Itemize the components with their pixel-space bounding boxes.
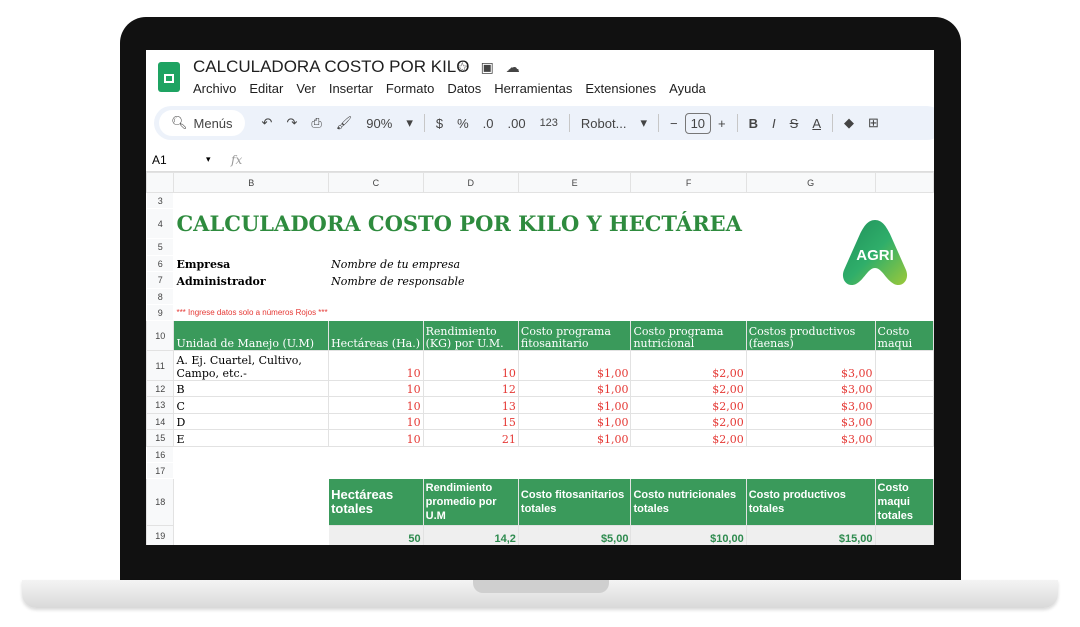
totals-header[interactable]: Costo productivos totales (745, 478, 876, 526)
sheet-heading: CALCULADORA COSTO POR KILO Y HECTÁREA (176, 211, 742, 236)
header-cell[interactable]: Costo maqui (874, 320, 934, 351)
totals-header[interactable]: Costo fitosanitarios totales (517, 478, 632, 526)
empresa-value[interactable]: Nombre de tu empresa (329, 256, 631, 272)
bold-icon[interactable]: B (742, 116, 765, 131)
redo-icon[interactable]: ↷ (279, 115, 304, 131)
menu-extensiones[interactable]: Extensiones (585, 81, 656, 96)
totals-header[interactable]: Costo nutricionales totales (630, 478, 747, 526)
table-row: 11 A. Ej. Cuartel, Cultivo, Campo, etc.- 1… (146, 350, 934, 381)
table-row: 13 C 10 13 $1,00 $2,00 $3,00 (146, 396, 934, 414)
currency-button[interactable]: $ (429, 116, 450, 131)
empresa-label: Empresa (176, 258, 231, 271)
chevron-down-icon[interactable]: ▾ (206, 154, 231, 165)
col-header[interactable]: F (630, 172, 747, 193)
font-size-input[interactable]: 10 (684, 112, 712, 134)
sheets-window: CALCULADORA COSTO POR KILO ☆▣☁ Archivo E… (146, 50, 934, 545)
table-row: 15 E 10 21 $1,00 $2,00 $3,00 (146, 429, 934, 447)
header-cell[interactable]: Costo programa nutricional (630, 320, 747, 351)
more-formats-button[interactable]: 123 (533, 117, 565, 129)
col-header[interactable]: G (745, 172, 876, 193)
spreadsheet-grid[interactable]: BCDEFG 3 4 CALCULADORA COSTO POR KILO Y H… (146, 172, 934, 545)
search-icon: 🔍︎ (171, 115, 188, 130)
menu-ayuda[interactable]: Ayuda (669, 81, 706, 96)
col-header[interactable]: B (173, 172, 330, 193)
table-row: 12 B 10 12 $1,00 $2,00 $3,00 (146, 380, 934, 397)
doc-title[interactable]: CALCULADORA COSTO POR KILO (193, 57, 469, 77)
admin-label: Administrador (176, 275, 266, 288)
admin-value[interactable]: Nombre de responsable (329, 272, 631, 289)
toolbar: 🔍︎ Menús ↶ ↷ ⎙ 🖌︎ 90% ▾ $ % .0 .00 123 Ro… (154, 106, 934, 140)
move-folder-icon[interactable]: ▣ (481, 59, 506, 75)
paint-format-icon[interactable]: 🖌︎ (329, 115, 360, 131)
totals-header[interactable]: Rendimiento promedio por U.M (422, 478, 519, 526)
undo-icon[interactable]: ↶ (255, 115, 280, 131)
svg-text:AGRI: AGRI (856, 247, 894, 264)
font-select[interactable]: Robot... (574, 116, 634, 131)
totals-header[interactable]: Costo maqui totales (874, 478, 934, 526)
italic-icon[interactable]: I (765, 116, 783, 131)
header-cell[interactable]: Rendimiento (KG) por U.M. (422, 320, 519, 351)
menu-archivo[interactable]: Archivo (193, 81, 236, 96)
zoom-select[interactable]: 90% (359, 116, 399, 131)
chevron-down-icon[interactable]: ▾ (399, 115, 420, 131)
menu-search[interactable]: 🔍︎ Menús (159, 110, 245, 136)
cloud-status-icon[interactable]: ☁ (506, 59, 532, 75)
strikethrough-icon[interactable]: S (783, 116, 806, 131)
header-cell[interactable]: Costos productivos (faenas) (745, 320, 876, 351)
col-header[interactable]: C (328, 172, 424, 193)
col-header[interactable]: D (422, 172, 519, 193)
agri-logo: AGRI (842, 220, 908, 286)
header-cell[interactable]: Hectáreas (Ha.) (328, 320, 424, 351)
totals-row: 19 50 14,2 $5,00 $10,00 $15,00 (146, 525, 934, 545)
menu-datos[interactable]: Datos (447, 81, 481, 96)
laptop-notch (473, 580, 609, 593)
header-cell[interactable]: Unidad de Manejo (U.M) (173, 320, 330, 351)
menu-ver[interactable]: Ver (296, 81, 316, 96)
sheets-logo-icon[interactable] (158, 62, 180, 92)
table-row: 14 D 10 15 $1,00 $2,00 $3,00 (146, 413, 934, 430)
totals-header[interactable]: Hectáreas totales (328, 478, 424, 526)
print-icon[interactable]: ⎙ (304, 115, 328, 131)
menu-editar[interactable]: Editar (249, 81, 283, 96)
chevron-down-icon[interactable]: ▾ (633, 115, 654, 131)
menu-formato[interactable]: Formato (386, 81, 434, 96)
menu-insertar[interactable]: Insertar (329, 81, 373, 96)
decrease-decimal-button[interactable]: .0 (476, 116, 501, 131)
corner-cell[interactable] (146, 172, 175, 193)
borders-icon[interactable]: ⊞ (861, 115, 886, 131)
percent-button[interactable]: % (450, 116, 476, 131)
fx-icon: fx (231, 152, 243, 167)
increase-decimal-button[interactable]: .00 (500, 116, 532, 131)
name-box[interactable]: A1 (146, 153, 206, 167)
star-icon[interactable]: ☆ (456, 59, 481, 75)
fill-color-icon[interactable]: ◆ (837, 115, 861, 131)
menu-bar: Archivo Editar Ver Insertar Formato Dato… (193, 81, 706, 96)
menu-herramientas[interactable]: Herramientas (494, 81, 572, 96)
text-color-icon[interactable]: A (805, 116, 828, 131)
col-header[interactable]: E (517, 172, 632, 193)
input-note: *** Ingrese datos solo a números Rojos *… (176, 308, 328, 317)
header-cell[interactable]: Costo programa fitosanitario (517, 320, 632, 351)
plus-icon[interactable]: + (711, 116, 733, 131)
minus-icon[interactable]: − (663, 116, 685, 131)
formula-bar: A1 ▾ fx (146, 148, 934, 172)
